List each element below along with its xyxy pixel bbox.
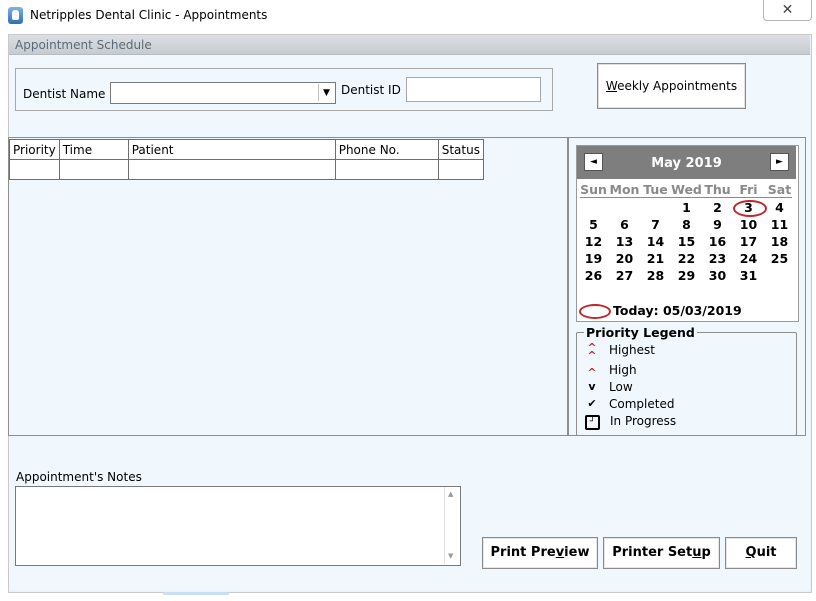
legend-label-completed: Completed	[609, 397, 675, 411]
quit-mnemonic: Q	[745, 545, 757, 560]
tooth-app-icon	[8, 7, 23, 24]
calendar-day[interactable]: 26	[578, 268, 609, 283]
calendar-day[interactable]: 24	[733, 251, 764, 266]
calendar-day[interactable]: 1	[671, 200, 702, 215]
calendar-day[interactable]: 15	[671, 234, 702, 249]
appointments-grid-panel	[8, 137, 568, 436]
table-header-row: Priority Time Patient Phone No. Status	[9, 139, 484, 160]
calendar-day[interactable]: 9	[702, 217, 733, 232]
calendar-day[interactable]: 31	[733, 268, 764, 283]
calendar-day[interactable]: 12	[578, 234, 609, 249]
printer-setup-label-start: Printer Set	[612, 545, 693, 560]
calendar-next-month-button[interactable]: ►	[770, 153, 789, 171]
double-caret-up-icon: ^ ^	[587, 341, 597, 362]
calendar-day[interactable]: 25	[764, 251, 795, 266]
calendar-day[interactable]: 21	[640, 251, 671, 266]
notes-label: Appointment's Notes	[16, 470, 142, 484]
column-header-phone[interactable]: Phone No.	[334, 139, 439, 160]
column-header-priority[interactable]: Priority	[9, 139, 60, 160]
column-header-time[interactable]: Time	[58, 139, 129, 160]
schedule-header-title: Appointment Schedule	[15, 38, 152, 52]
print-preview-label-end: iew	[564, 545, 590, 560]
day-of-week-sat: Sat	[767, 182, 792, 197]
scroll-down-icon[interactable]: ▼	[448, 552, 453, 560]
calendar-day[interactable]: 10	[733, 217, 764, 232]
dentist-id-label: Dentist ID	[341, 83, 401, 97]
column-header-patient[interactable]: Patient	[127, 139, 336, 160]
legend-label-low: Low	[609, 380, 633, 394]
calendar-day[interactable]: 16	[702, 234, 733, 249]
appointments-table[interactable]: Priority Time Patient Phone No. Status	[9, 139, 484, 180]
calendar-day[interactable]: 14	[640, 234, 671, 249]
calendar-day[interactable]: 30	[702, 268, 733, 283]
calendar-prev-month-button[interactable]: ◄	[584, 153, 603, 171]
printer-setup-button[interactable]: Printer Setup	[603, 537, 720, 569]
dentist-name-label: Dentist Name	[23, 87, 106, 101]
table-cell[interactable]	[9, 159, 60, 180]
calendar-day[interactable]: 11	[764, 217, 795, 232]
day-of-week-wed: Wed	[671, 182, 702, 197]
bottom-edge-tab	[163, 592, 229, 595]
today-circle-marker	[733, 200, 767, 217]
legend-label-highest: Highest	[609, 343, 655, 357]
quit-label-end: uit	[756, 545, 777, 560]
print-preview-button[interactable]: Print Preview	[482, 537, 598, 569]
day-of-week-sun: Sun	[580, 182, 607, 197]
legend-label-in-progress: In Progress	[610, 414, 677, 428]
calendar-day[interactable]: 20	[609, 251, 640, 266]
notes-textarea[interactable]	[15, 486, 461, 566]
weekly-mnemonic: W	[605, 79, 618, 93]
dentist-id-field[interactable]	[406, 77, 541, 102]
clock-icon: ┘	[585, 415, 600, 430]
legend-label-high: High	[609, 363, 637, 377]
calendar-day[interactable]: 19	[578, 251, 609, 266]
calendar-day[interactable]: 7	[640, 217, 671, 232]
day-of-week-tue: Tue	[643, 182, 668, 197]
close-icon: ✕	[781, 2, 794, 18]
priority-legend-title: Priority Legend	[584, 325, 697, 340]
arrow-left-icon: ◄	[590, 157, 597, 167]
window-title: Netripples Dental Clinic - Appointments	[30, 8, 268, 22]
weekly-label: eekly Appointments	[617, 79, 738, 93]
checkmark-icon: ✔	[587, 397, 597, 410]
calendar-day[interactable]: 8	[671, 217, 702, 232]
calendar-day[interactable]: 4	[764, 200, 795, 215]
quit-button[interactable]: Quit	[725, 537, 797, 569]
calendar-day[interactable]: 17	[733, 234, 764, 249]
calendar-day[interactable]: 13	[609, 234, 640, 249]
table-cell[interactable]	[127, 159, 336, 180]
today-link[interactable]: Today: 05/03/2019	[613, 303, 742, 318]
calendar-day[interactable]: 2	[702, 200, 733, 215]
calendar-month-label: May 2019	[651, 156, 722, 171]
chevron-down-icon[interactable]: ▼	[318, 84, 334, 101]
table-cell[interactable]	[58, 159, 129, 180]
calendar-divider	[580, 197, 792, 198]
weekly-appointments-button[interactable]: Weekly Appointments	[597, 63, 746, 109]
calendar-day[interactable]: 6	[609, 217, 640, 232]
close-button[interactable]: ✕	[763, 0, 812, 21]
day-of-week-fri: Fri	[739, 182, 758, 197]
calendar-day[interactable]: 23	[702, 251, 733, 266]
table-row[interactable]	[9, 159, 484, 180]
arrow-right-icon: ►	[776, 157, 783, 167]
scroll-up-icon[interactable]: ▲	[448, 490, 453, 498]
calendar-day[interactable]: 18	[764, 234, 795, 249]
caret-up-icon: ^	[587, 366, 597, 379]
column-header-status[interactable]: Status	[437, 139, 484, 160]
calendar-day[interactable]: 29	[671, 268, 702, 283]
today-marker-icon	[579, 304, 611, 319]
calendar-day[interactable]: 22	[671, 251, 702, 266]
printer-setup-label-end: p	[701, 545, 711, 560]
table-cell[interactable]	[334, 159, 439, 180]
calendar-day[interactable]: 5	[578, 217, 609, 232]
dentist-name-dropdown[interactable]	[110, 82, 336, 104]
calendar-day[interactable]: 28	[640, 268, 671, 283]
table-cell[interactable]	[437, 159, 484, 180]
caret-down-icon: v	[588, 380, 596, 393]
print-preview-mnemonic: v	[555, 545, 565, 560]
calendar-day[interactable]: 27	[609, 268, 640, 283]
day-of-week-mon: Mon	[609, 182, 640, 197]
print-preview-label-start: Print Pre	[490, 545, 556, 560]
day-of-week-thu: Thu	[704, 182, 731, 197]
